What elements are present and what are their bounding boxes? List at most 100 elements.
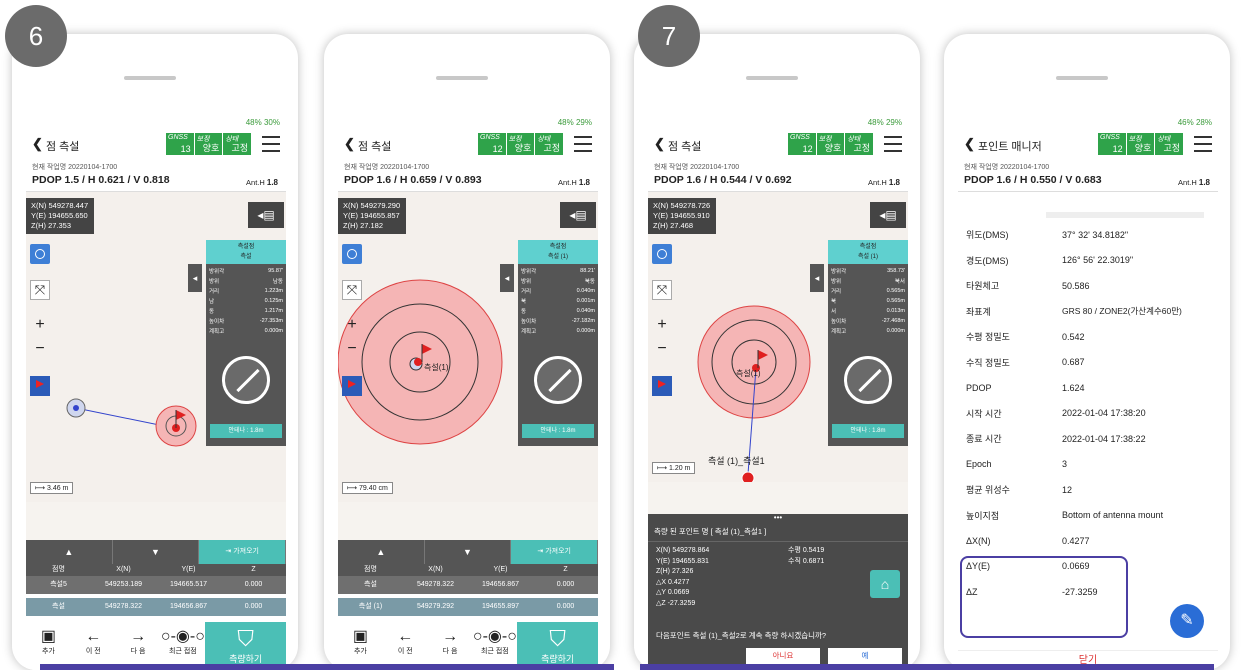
layer-list-icon[interactable]: ◂▤	[870, 202, 906, 228]
edit-icon[interactable]: ✎	[1170, 604, 1204, 638]
yes-button[interactable]: 예	[828, 648, 902, 664]
flag-icon[interactable]	[652, 376, 672, 396]
add-button[interactable]: ▣ 추가	[338, 622, 383, 670]
antenna-button[interactable]: 안테나 : 1.8m	[210, 424, 282, 438]
panel-head-2: 측설 (1)	[547, 254, 569, 260]
flag-icon[interactable]	[30, 376, 50, 396]
table-row[interactable]: 측설 549278.322 194656.867 0.000	[338, 576, 598, 594]
detail-label: PDOP	[966, 382, 992, 393]
zoom-in-icon[interactable]: +	[652, 316, 672, 336]
menu-icon[interactable]	[884, 136, 902, 152]
arrow-left-icon: ←	[397, 628, 414, 645]
back-icon[interactable]: ❮	[344, 136, 355, 152]
gnss-status[interactable]: 12 GNSS 양호 보정 고정 상태	[788, 133, 875, 155]
panel-collapse-icon[interactable]: ◂	[810, 264, 824, 292]
anth-label: Ant.H	[868, 178, 887, 187]
layer-list-icon[interactable]: ◂▤	[560, 202, 596, 228]
scroll-up-icon[interactable]: ▲	[26, 540, 113, 564]
detail-value: 50.586	[1062, 280, 1090, 291]
row-value: 남동	[272, 279, 283, 285]
back-icon[interactable]: ❮	[964, 136, 975, 152]
panel-header: 측설점 측설	[206, 240, 286, 264]
cell: 549279.292	[417, 603, 454, 610]
flag-icon[interactable]	[342, 376, 362, 396]
panel-collapse-icon[interactable]: ◂	[500, 264, 514, 292]
row-value: 0.040m	[576, 308, 595, 314]
camera-icon[interactable]: ⌂	[870, 570, 900, 598]
menu-icon[interactable]	[1194, 136, 1212, 152]
import-button[interactable]: ⇥ 가져오기	[199, 540, 286, 564]
detail-label: Epoch	[966, 459, 992, 470]
add-button[interactable]: ▣ 추가	[26, 622, 71, 670]
next-button[interactable]: → 다 음	[428, 622, 473, 670]
menu-icon[interactable]	[574, 136, 592, 152]
map-view[interactable]: X(N) 549278.447 Y(E) 194655.650 Z(H) 27.35…	[26, 192, 286, 502]
zoom-in-icon[interactable]: +	[342, 316, 362, 336]
next-button[interactable]: → 다 음	[116, 622, 161, 670]
zoom-in-icon[interactable]: +	[30, 316, 50, 336]
antenna-button[interactable]: 안테나 : 1.8m	[522, 424, 594, 438]
bottom-sheet: ▲ ▼ ⇥ 가져오기 점명 X(N) Y(E) Z 측설5 549253.189 1946…	[26, 540, 286, 670]
page-title: 포인트 매니저	[978, 141, 1042, 153]
detail-value: 2022-01-04 17:38:22	[1062, 433, 1146, 444]
battery-level: 48%	[557, 118, 574, 127]
antenna-button[interactable]: 안테나 : 1.8m	[832, 424, 904, 438]
locate-icon[interactable]	[342, 244, 362, 264]
table-row[interactable]: 측설 (1) 549279.292 194655.897 0.000	[338, 598, 598, 616]
zoom-out-icon[interactable]: −	[30, 340, 50, 360]
layer-list-icon[interactable]: ◂▤	[248, 202, 284, 228]
fullscreen-icon[interactable]: ⤧	[30, 280, 50, 300]
battery-level: 46%	[1177, 118, 1194, 127]
cell: 549278.322	[417, 581, 454, 588]
gnss-status[interactable]: 12 GNSS 양호 보정 고정 상태	[478, 133, 565, 155]
nearest-button[interactable]: ○-◉-○ 최근 접점	[160, 622, 205, 670]
nearest-button[interactable]: ○-◉-○ 최근 접점	[472, 622, 517, 670]
cell: 0.000	[244, 603, 263, 610]
zoom-out-icon[interactable]: −	[652, 340, 672, 360]
row-label: 방위	[209, 279, 220, 285]
no-button[interactable]: 아니요	[746, 648, 820, 664]
import-label: 가져오기	[233, 548, 259, 555]
status-bar: 48% 29%	[338, 116, 598, 130]
result-dz: △Z -27.3259	[656, 599, 696, 607]
panel-head-2: 측설 (1)	[857, 254, 879, 260]
row-value: 88.21'	[580, 268, 595, 274]
scroll-down-icon[interactable]: ▼	[425, 540, 512, 564]
row-label: 방위	[521, 279, 532, 285]
gnss-status[interactable]: 12 GNSS 양호 보정 고정 상태	[1098, 133, 1185, 155]
prev-button[interactable]: ← 이 전	[71, 622, 116, 670]
result-dx: △X 0.4277	[656, 578, 690, 586]
back-icon[interactable]: ❮	[32, 136, 43, 152]
cell: 549253.189	[105, 581, 142, 588]
detail-row: 타원체고 50.586	[958, 273, 1218, 299]
stakeout-panel: 측설점 측설 (1) 방위각 358.73' 방위 북서 거리 0.565m 북 0.56…	[828, 240, 908, 446]
table-row[interactable]: 측설 549278.322 194656.867 0.000	[26, 598, 286, 616]
drag-handle[interactable]: •••	[648, 514, 908, 522]
measure-button[interactable]: ⛉ 측량하기	[517, 622, 598, 670]
panel-collapse-icon[interactable]: ◂	[188, 264, 202, 292]
row-label: 방위각	[209, 269, 225, 275]
job-name: 현재 작업명 20220104-1700	[344, 164, 430, 171]
scroll-up-icon[interactable]: ▲	[338, 540, 425, 564]
table-row[interactable]: 측설5 549253.189 194665.517 0.000	[26, 576, 286, 594]
map-view[interactable]: 측설(1) 측설 (1)_측설1 X(N) 549278.726 Y(E) 194…	[648, 192, 908, 482]
coord-box: X(N) 549278.726 Y(E) 194655.910 Z(H) 27.46…	[648, 198, 716, 234]
back-icon[interactable]: ❮	[654, 136, 665, 152]
locate-icon[interactable]	[30, 244, 50, 264]
prev-button[interactable]: ← 이 전	[383, 622, 428, 670]
measure-button[interactable]: ⛉ 측량하기	[205, 622, 286, 670]
row-label: 남	[209, 299, 215, 305]
import-button[interactable]: ⇥ 가져오기	[511, 540, 598, 564]
zoom-out-icon[interactable]: −	[342, 340, 362, 360]
scroll-down-icon[interactable]: ▼	[113, 540, 200, 564]
locate-icon[interactable]	[652, 244, 672, 264]
map-view[interactable]: 측설(1) X(N) 549279.290 Y(E) 194655.857 Z(H)…	[338, 192, 598, 502]
menu-icon[interactable]	[262, 136, 280, 152]
detail-label: ΔX(N)	[966, 535, 991, 546]
fullscreen-icon[interactable]: ⤧	[342, 280, 362, 300]
speaker-notch	[1056, 76, 1108, 80]
anth-label: Ant.H	[246, 178, 265, 187]
gnss-status[interactable]: 13 GNSS 양호 보정 고정 상태	[166, 133, 253, 155]
photo-placeholder	[1046, 212, 1204, 218]
fullscreen-icon[interactable]: ⤧	[652, 280, 672, 300]
